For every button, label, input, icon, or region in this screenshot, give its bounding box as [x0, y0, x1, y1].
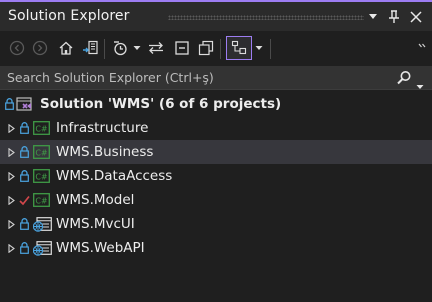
toolbar-separator [270, 39, 271, 59]
forward-icon[interactable] [29, 36, 51, 60]
chevron-right-icon[interactable] [6, 123, 16, 133]
tree-row-label: Solution 'WMS' (6 of 6 projects) [40, 96, 282, 112]
pin-icon[interactable] [385, 7, 403, 27]
lock-icon [20, 122, 29, 134]
lock-icon [20, 146, 29, 158]
close-icon[interactable] [407, 7, 425, 27]
chevron-right-icon[interactable] [6, 195, 16, 205]
pending-changes-filter-icon[interactable] [109, 36, 131, 60]
toolbar-separator [220, 39, 221, 59]
solution-icon [16, 97, 33, 111]
web-project-icon [33, 217, 52, 232]
lock-icon [20, 242, 29, 254]
lock-icon [5, 98, 14, 110]
web-project-icon [33, 241, 52, 256]
svg-text:C#: C# [35, 148, 48, 157]
tree-row-project[interactable]: WMS.MvcUI [0, 212, 432, 236]
svg-text:C#: C# [35, 172, 48, 181]
properties-icon[interactable] [226, 36, 252, 60]
tree-row-label: Infrastructure [56, 120, 149, 136]
window-options-dropdown-icon[interactable] [364, 7, 382, 27]
home-icon[interactable] [55, 36, 77, 60]
solution-explorer-toolbar [0, 31, 432, 66]
panel-title: Solution Explorer [8, 8, 130, 24]
lock-icon [20, 170, 29, 182]
title-bar: Solution Explorer [0, 0, 432, 31]
chevron-right-icon[interactable] [6, 147, 16, 157]
search-input[interactable] [0, 66, 380, 89]
switch-views-icon[interactable] [80, 36, 102, 60]
solution-tree: Solution 'WMS' (6 of 6 projects) C# Infr… [0, 92, 432, 260]
lock-icon [20, 218, 29, 230]
tree-row-project[interactable]: WMS.WebAPI [0, 236, 432, 260]
tree-row-label: WMS.Business [56, 144, 154, 160]
toolbar-overflow-icon[interactable] [416, 36, 428, 60]
csharp-project-icon: C# [33, 121, 50, 135]
sync-with-active-document-icon[interactable] [145, 36, 167, 60]
tree-row-project[interactable]: C# WMS.Business [0, 140, 432, 164]
csharp-project-icon: C# [33, 193, 50, 207]
search-bar [0, 66, 432, 90]
search-icon[interactable] [396, 70, 412, 86]
chevron-right-icon[interactable] [6, 243, 16, 253]
tree-row-label: WMS.DataAccess [56, 168, 173, 184]
show-all-files-icon[interactable] [195, 36, 217, 60]
title-grip[interactable] [168, 15, 364, 20]
csharp-project-icon: C# [33, 169, 50, 183]
collapse-all-icon[interactable] [171, 36, 193, 60]
checkmark-icon [19, 194, 30, 206]
tree-row-solution[interactable]: Solution 'WMS' (6 of 6 projects) [0, 92, 432, 116]
search-options-dropdown-icon[interactable] [416, 75, 426, 89]
tree-row-project[interactable]: C# WMS.DataAccess [0, 164, 432, 188]
tree-row-project[interactable]: C# WMS.Model [0, 188, 432, 212]
svg-text:C#: C# [35, 196, 48, 205]
svg-text:C#: C# [35, 124, 48, 133]
tree-row-label: WMS.MvcUI [56, 216, 135, 232]
properties-dropdown-icon[interactable] [253, 36, 265, 60]
tree-row-label: WMS.Model [56, 192, 135, 208]
tree-row-label: WMS.WebAPI [56, 240, 145, 256]
chevron-right-icon[interactable] [6, 171, 16, 181]
back-icon[interactable] [6, 36, 28, 60]
tree-row-project[interactable]: C# Infrastructure [0, 116, 432, 140]
chevron-right-icon[interactable] [6, 219, 16, 229]
toolbar-separator [104, 39, 105, 59]
filter-dropdown-icon[interactable] [131, 36, 143, 60]
csharp-project-icon: C# [33, 145, 50, 159]
